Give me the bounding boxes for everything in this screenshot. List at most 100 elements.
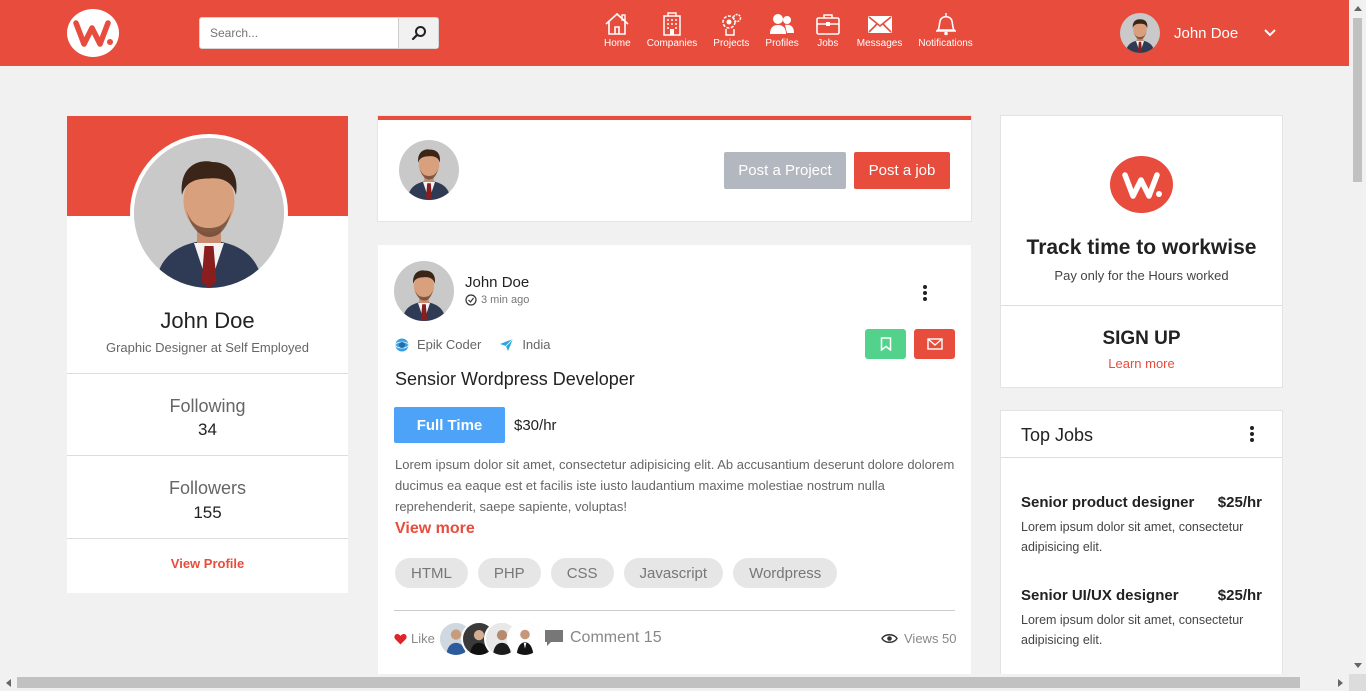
divider (394, 610, 955, 611)
job-item-rate: $25/hr (1217, 587, 1262, 604)
location-meta: India (499, 337, 551, 352)
nav-messages[interactable]: Messages (849, 12, 911, 49)
skill-tag[interactable]: CSS (550, 558, 614, 588)
search-button[interactable] (398, 18, 438, 48)
more-vertical-icon (1250, 426, 1254, 442)
post-options-menu[interactable] (922, 285, 928, 306)
job-title[interactable]: Sensior Wordpress Developer (395, 369, 635, 390)
comment-label: Comment 15 (570, 629, 662, 646)
signup-button[interactable]: SIGN UP (1001, 328, 1282, 350)
nav-home[interactable]: Home (596, 12, 639, 49)
nav-label: Companies (646, 38, 698, 49)
users-icon (770, 14, 795, 34)
send-icon (500, 338, 514, 351)
globe-icon (395, 338, 409, 351)
followers-count: 155 (193, 503, 222, 522)
scroll-up-icon[interactable] (1349, 0, 1366, 17)
job-post-card: John Doe 3 min ago Epik Coder India Sens… (378, 245, 971, 691)
job-item-title: Senior UI/UX designer (1021, 587, 1179, 604)
vertical-scrollbar[interactable] (1349, 0, 1366, 674)
divider (1001, 305, 1282, 306)
scroll-down-icon[interactable] (1349, 657, 1366, 674)
message-button[interactable] (914, 329, 955, 359)
nav-profiles[interactable]: Profiles (757, 12, 806, 49)
comment-button[interactable]: Comment 15 (544, 629, 662, 647)
scroll-left-icon[interactable] (0, 674, 17, 691)
divider (67, 373, 348, 374)
job-item-title: Senior product designer (1021, 494, 1195, 511)
logo-w-icon (1121, 171, 1162, 199)
bell-icon (935, 13, 956, 36)
vertical-scroll-thumb[interactable] (1353, 18, 1362, 182)
building-icon (663, 12, 681, 36)
company-name: Epik Coder (417, 337, 482, 352)
view-profile-link[interactable]: View Profile (67, 556, 348, 571)
chevron-down-icon (1264, 29, 1276, 37)
nav-label: Messages (856, 38, 903, 49)
skill-tag[interactable]: PHP (477, 558, 541, 588)
job-description: Lorem ipsum dolor sit amet, consectetur … (395, 457, 955, 514)
post-job-button[interactable]: Post a job (854, 152, 950, 189)
nav-label: Projects (713, 38, 750, 49)
briefcase-icon (815, 14, 840, 35)
divider (67, 538, 348, 539)
post-meta: Epik Coder India (395, 337, 569, 352)
job-type-badge[interactable]: Full Time (394, 407, 505, 443)
avatar (399, 140, 459, 200)
liked-by-avatars[interactable] (438, 621, 543, 657)
skill-tag[interactable]: Javascript (623, 558, 724, 588)
scroll-right-icon[interactable] (1332, 674, 1349, 691)
user-name: John Doe (1174, 24, 1239, 42)
nav-jobs[interactable]: Jobs (807, 12, 849, 49)
more-vertical-icon (923, 285, 927, 301)
post-project-button[interactable]: Post a Project (724, 152, 846, 189)
job-item[interactable]: Senior UI/UX designer $25/hr Lorem ipsum… (1021, 587, 1262, 650)
following-label: Following (169, 396, 246, 416)
view-more-link[interactable]: View more (395, 520, 475, 538)
nav-notifications[interactable]: Notifications (910, 12, 980, 49)
avatar (394, 261, 454, 321)
heart-icon (394, 633, 407, 644)
bookmark-button[interactable] (865, 329, 906, 359)
comment-icon (545, 630, 563, 646)
scrollbar-corner (1349, 674, 1366, 691)
following-count: 34 (198, 420, 217, 439)
envelope-icon (926, 338, 943, 350)
search-icon (411, 26, 426, 41)
skill-tags: HTML PHP CSS Javascript Wordpress (395, 558, 838, 588)
post-time: 3 min ago (465, 294, 529, 306)
learn-more-link[interactable]: Learn more (1001, 356, 1282, 371)
top-jobs-widget: Top Jobs Senior product designer $25/hr … (1001, 411, 1282, 691)
location-name: India (522, 337, 551, 352)
user-menu[interactable]: John Doe (1120, 13, 1276, 53)
track-subtitle: Pay only for the Hours worked (1054, 268, 1229, 283)
top-jobs-options-menu[interactable] (1249, 426, 1255, 447)
track-title: Track time to workwise (1026, 236, 1257, 259)
clock-check-icon (465, 294, 477, 306)
profile-card: John Doe Graphic Designer at Self Employ… (67, 116, 348, 593)
profile-avatar (130, 134, 288, 292)
nav-label: Profiles (765, 38, 799, 49)
nav-label: Jobs (817, 38, 839, 49)
divider (1001, 457, 1282, 458)
logo[interactable] (67, 9, 119, 57)
divider (67, 455, 348, 456)
skill-tag[interactable]: Wordpress (733, 558, 838, 588)
like-button[interactable]: Like (394, 631, 435, 646)
search-input[interactable] (200, 18, 398, 48)
nav-companies[interactable]: Companies (639, 12, 706, 49)
job-item[interactable]: Senior product designer $25/hr Lorem ips… (1021, 494, 1262, 557)
horizontal-scroll-thumb[interactable] (17, 677, 1300, 688)
workwise-logo (1110, 156, 1173, 213)
post-composer: Post a Project Post a job (378, 116, 971, 221)
skill-tag[interactable]: HTML (395, 558, 468, 588)
nav-label: Home (604, 38, 631, 49)
projects-icon (722, 13, 742, 36)
job-item-desc: Lorem ipsum dolor sit amet, consectetur … (1021, 613, 1244, 647)
company-meta[interactable]: Epik Coder (395, 337, 481, 352)
nav-projects[interactable]: Projects (705, 12, 757, 49)
post-time-text: 3 min ago (481, 294, 530, 306)
views-count: Views 50 (881, 631, 957, 646)
horizontal-scrollbar[interactable] (0, 674, 1349, 691)
post-author[interactable]: John Doe (465, 274, 529, 291)
